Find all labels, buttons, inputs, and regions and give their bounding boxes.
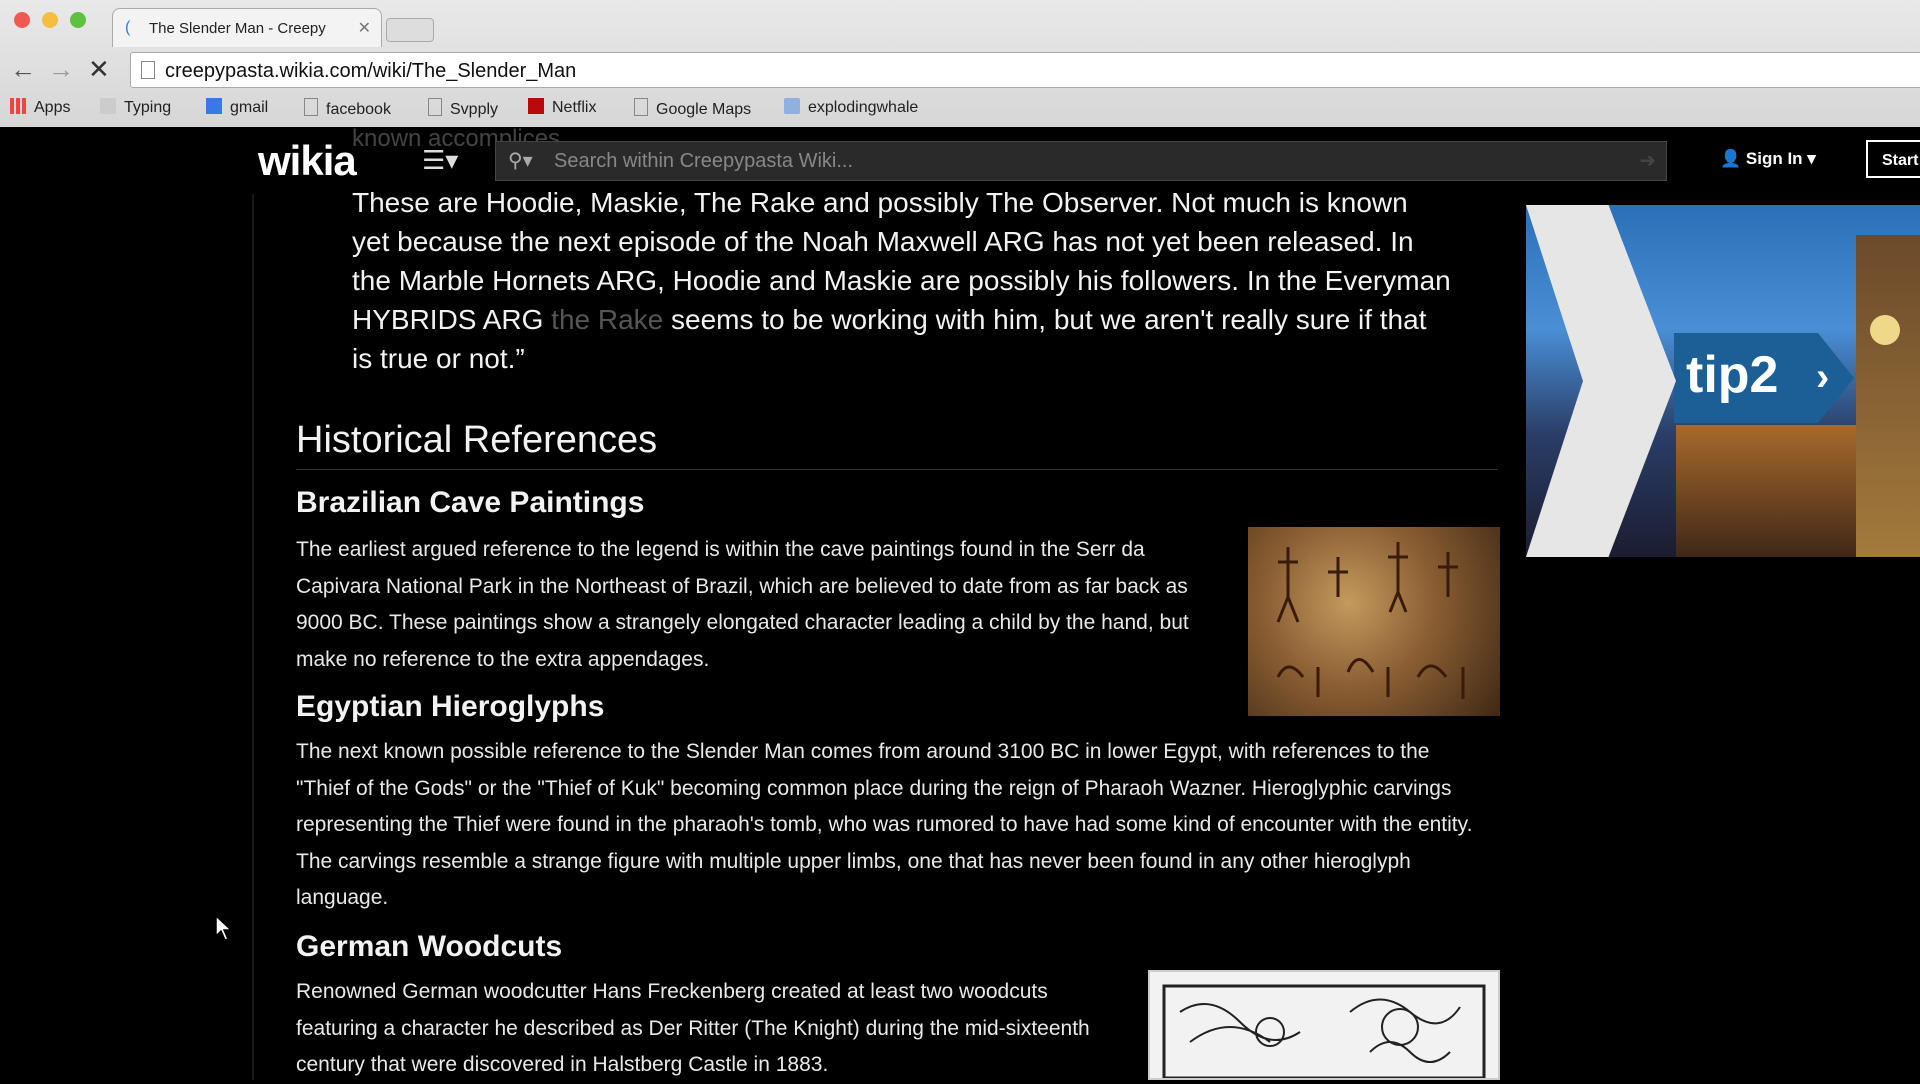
ad-clock-tower [1856,235,1920,557]
subsection-heading: Egyptian Hieroglyphs [296,690,605,723]
start-button[interactable]: Start [1866,140,1920,178]
ad-arrow-icon: › [1816,355,1830,399]
apps-grid-icon [10,98,26,114]
page-icon [428,98,442,116]
search-submit-icon[interactable]: ➜ [1639,148,1656,173]
bookmark-netflix[interactable]: Netflix [528,98,596,117]
typing-icon [100,98,116,114]
section-heading: Historical References [296,419,658,461]
minimize-window-button[interactable] [42,12,58,28]
browser-tab[interactable]: ( The Slender Man - Creepy ✕ [112,8,382,47]
mouse-cursor-icon [215,914,233,941]
bookmark-facebook[interactable]: facebook [304,98,391,119]
subsection-heading: Brazilian Cave Paintings [296,486,645,519]
address-bar[interactable]: creepypasta.wikia.com/wiki/The_Slender_M… [130,52,1920,88]
woodcut-image[interactable] [1148,970,1500,1080]
google-icon [206,98,222,114]
url-text: creepypasta.wikia.com/wiki/The_Slender_M… [165,60,577,82]
bookmark-google-maps[interactable]: Google Maps [634,98,751,119]
advertisement-banner[interactable]: tip2 › [1526,205,1920,557]
woodcut-illustration-icon [1162,984,1486,1078]
ad-text: tip2 [1686,346,1779,404]
bookmark-svpply[interactable]: Svpply [428,98,498,119]
forward-arrow-icon[interactable]: → [48,54,74,85]
back-arrow-icon[interactable]: ← [10,54,36,85]
new-tab-button[interactable] [386,18,434,42]
search-box[interactable]: ⚲▾ ➜ [495,141,1667,181]
netflix-icon [528,98,544,114]
search-icon[interactable]: ⚲▾ [508,148,533,173]
ad-building [1676,425,1876,557]
ad-clock-face [1870,315,1900,345]
bookmark-explodingwhale[interactable]: explodingwhale [784,98,918,117]
bookmark-apps[interactable]: Apps [10,98,70,117]
ad-chevron [1526,205,1676,557]
the-rake-link[interactable]: the Rake [551,304,663,335]
search-input[interactable] [552,146,1606,176]
menu-icon[interactable]: ☰▾ [422,145,458,176]
subsection-text: Renowned German woodcutter Hans Freckenb… [296,980,1090,1077]
maximize-window-button[interactable] [70,12,86,28]
stop-loading-icon[interactable]: ✕ [88,54,110,85]
subsection-heading: German Woodcuts [296,930,563,963]
content-divider [252,194,254,1080]
close-window-button[interactable] [14,12,30,28]
section-divider [296,469,1498,470]
bookmarks-bar: Apps Typing gmail facebook Svpply Netfli… [0,94,1920,124]
page-icon [141,61,155,79]
bookmark-gmail[interactable]: gmail [206,98,268,117]
folder-icon [784,98,800,114]
cave-painting-image[interactable] [1248,527,1500,716]
user-icon: 👤 [1720,149,1742,168]
sign-in-button[interactable]: 👤 Sign In ▾ [1720,149,1816,169]
page-icon [304,98,318,116]
loading-icon: ( [125,19,131,36]
subsection-text: The next known possible reference to the… [296,740,1473,910]
quote-paragraph: These are Hoodie, Maskie, The Rake and p… [352,187,1451,374]
browser-chrome: ( The Slender Man - Creepy ✕ ← → ✕ creep… [0,0,1920,128]
subsection-text: The earliest argued reference to the leg… [296,538,1189,671]
tab-title: The Slender Man - Creepy [149,20,326,37]
cave-figures-icon [1276,542,1465,699]
tab-close-icon[interactable]: ✕ [358,18,371,38]
page-icon [634,98,648,116]
bookmark-typing[interactable]: Typing [100,98,171,117]
wikia-logo[interactable]: wikia [258,137,357,185]
